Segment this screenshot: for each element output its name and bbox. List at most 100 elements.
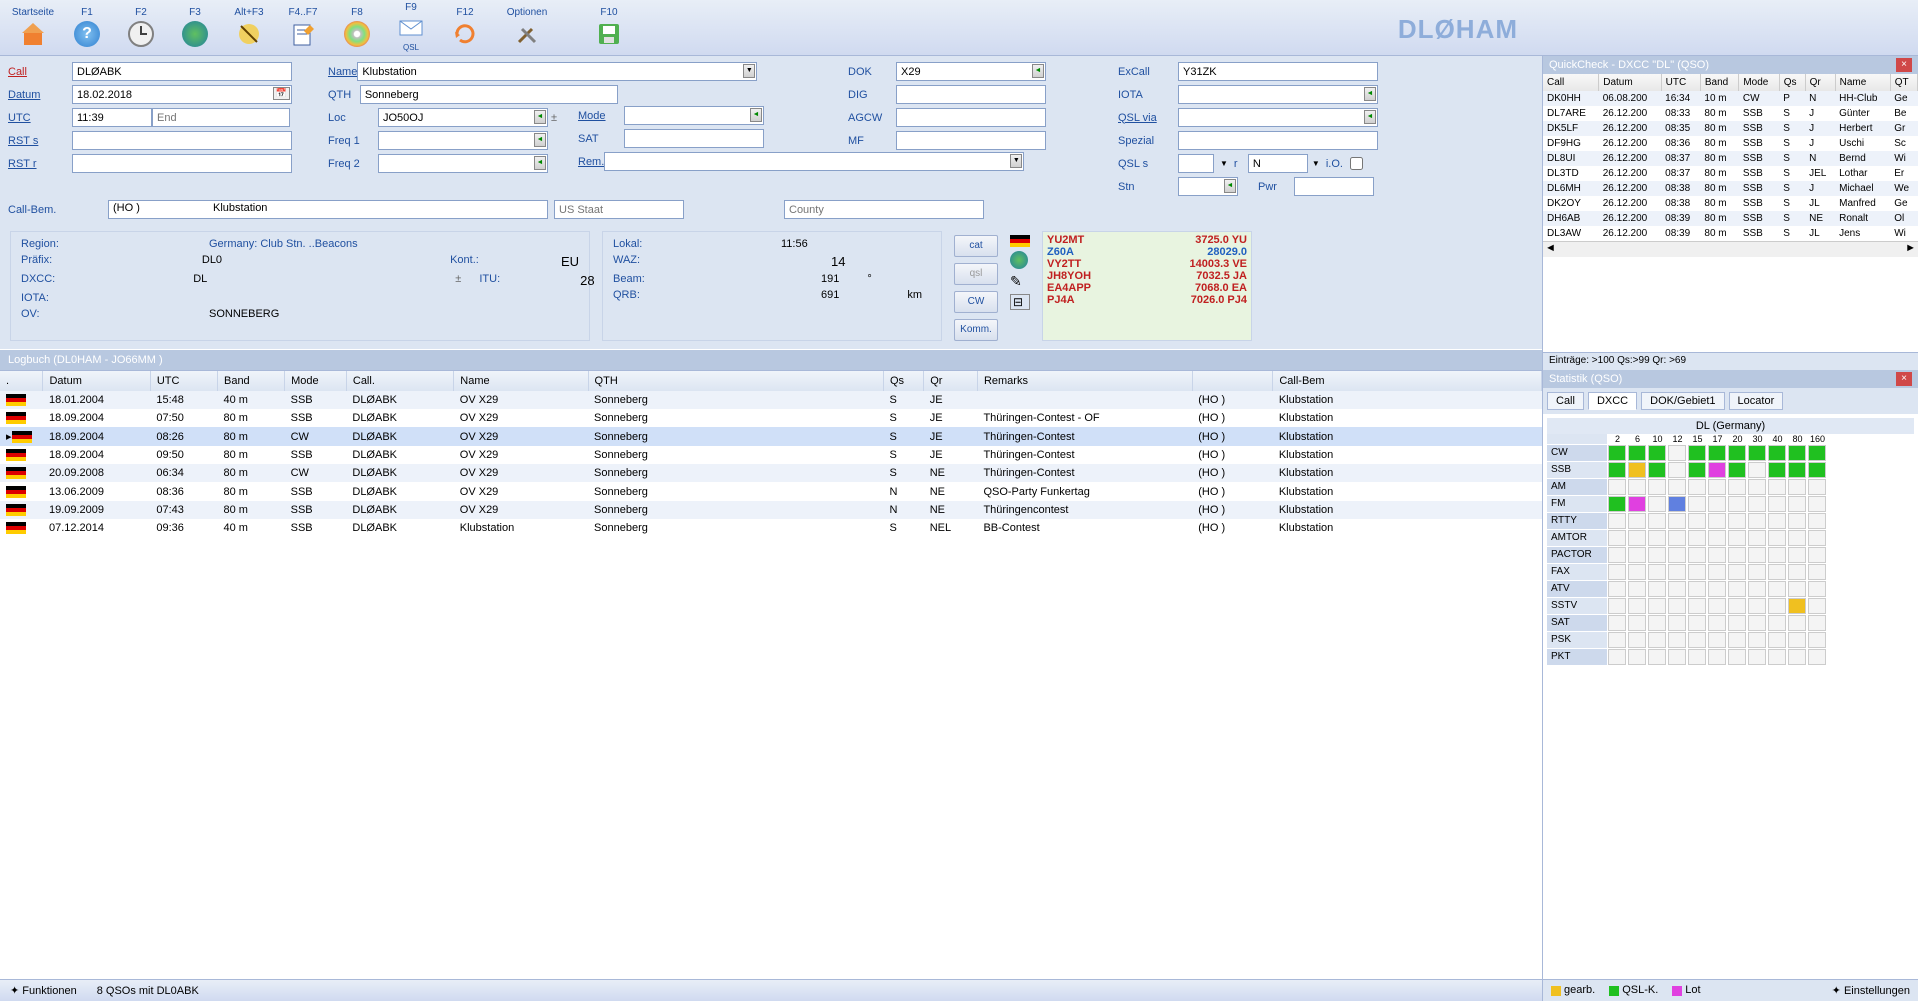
- stat-cell[interactable]: [1728, 462, 1746, 478]
- log-row[interactable]: 19.09.200907:4380 mSSBDLØABKOV X29Sonneb…: [0, 501, 1542, 519]
- tb-f8[interactable]: F8: [330, 2, 384, 54]
- stat-cell[interactable]: [1688, 564, 1706, 580]
- stat-cell[interactable]: [1728, 649, 1746, 665]
- stat-cell[interactable]: [1648, 598, 1666, 614]
- stat-cell[interactable]: [1748, 615, 1766, 631]
- tb-f10[interactable]: F10: [582, 2, 636, 54]
- stat-cell[interactable]: [1708, 598, 1726, 614]
- stat-cell[interactable]: [1768, 598, 1786, 614]
- stat-cell[interactable]: [1608, 513, 1626, 529]
- flag-icon[interactable]: [1010, 235, 1030, 247]
- utc-input[interactable]: [72, 108, 152, 127]
- stat-cell[interactable]: [1768, 547, 1786, 563]
- stat-cell[interactable]: [1748, 649, 1766, 665]
- end-input[interactable]: [152, 108, 290, 127]
- stat-cell[interactable]: [1788, 496, 1806, 512]
- stat-cell[interactable]: [1668, 615, 1686, 631]
- log-col-header[interactable]: Mode: [285, 371, 347, 391]
- stat-cell[interactable]: [1628, 615, 1646, 631]
- close-button[interactable]: ×: [1896, 372, 1912, 386]
- qc-col-header[interactable]: Qs: [1779, 74, 1805, 91]
- dropdown-icon[interactable]: ◄: [1364, 87, 1376, 101]
- qc-hscroll[interactable]: ◄►: [1543, 241, 1918, 257]
- stat-cell[interactable]: [1808, 479, 1826, 495]
- stat-cell[interactable]: [1728, 530, 1746, 546]
- stat-cell[interactable]: [1608, 479, 1626, 495]
- stat-cell[interactable]: [1788, 547, 1806, 563]
- stat-cell[interactable]: [1748, 445, 1766, 461]
- tb-f3[interactable]: F3: [168, 2, 222, 54]
- qc-row[interactable]: DK0HH06.08.20016:3410 mCWPNHH-ClubGe: [1543, 91, 1918, 106]
- loc-input[interactable]: [378, 108, 548, 127]
- stat-cell[interactable]: [1688, 445, 1706, 461]
- stat-cell[interactable]: [1708, 547, 1726, 563]
- qc-row[interactable]: DK2OY26.12.20008:3880 mSSBSJLManfredGe: [1543, 196, 1918, 211]
- qc-row[interactable]: DF9HG26.12.20008:3680 mSSBSJUschiSc: [1543, 136, 1918, 151]
- stat-cell[interactable]: [1688, 598, 1706, 614]
- stat-cell[interactable]: [1648, 462, 1666, 478]
- tab-locator[interactable]: Locator: [1729, 392, 1784, 410]
- rstr-input[interactable]: [72, 154, 292, 173]
- dropdown-icon[interactable]: ◄: [1224, 179, 1236, 193]
- cw-button[interactable]: CW: [954, 291, 998, 313]
- stat-cell[interactable]: [1788, 632, 1806, 648]
- stat-cell[interactable]: [1628, 513, 1646, 529]
- dig-input[interactable]: [896, 85, 1046, 104]
- stat-cell[interactable]: [1728, 564, 1746, 580]
- stat-cell[interactable]: [1708, 530, 1726, 546]
- stat-cell[interactable]: [1768, 615, 1786, 631]
- komm-button[interactable]: Komm.: [954, 319, 998, 341]
- stat-cell[interactable]: [1808, 632, 1826, 648]
- stat-cell[interactable]: [1808, 513, 1826, 529]
- stat-cell[interactable]: [1748, 547, 1766, 563]
- stat-cell[interactable]: [1748, 462, 1766, 478]
- stat-cell[interactable]: [1788, 615, 1806, 631]
- stat-cell[interactable]: [1728, 615, 1746, 631]
- log-row[interactable]: 13.06.200908:3680 mSSBDLØABKOV X29Sonneb…: [0, 482, 1542, 500]
- stat-cell[interactable]: [1788, 530, 1806, 546]
- stat-cell[interactable]: [1688, 615, 1706, 631]
- globe-icon[interactable]: [1010, 251, 1028, 269]
- qc-col-header[interactable]: Datum: [1599, 74, 1661, 91]
- log-col-header[interactable]: UTC: [150, 371, 217, 391]
- log-col-header[interactable]: Datum: [43, 371, 150, 391]
- qc-row[interactable]: DL8UI26.12.20008:3780 mSSBSNBerndWi: [1543, 151, 1918, 166]
- dropdown-icon[interactable]: ◄: [534, 156, 546, 170]
- stat-cell[interactable]: [1608, 615, 1626, 631]
- stat-cell[interactable]: [1748, 632, 1766, 648]
- stat-cell[interactable]: [1688, 530, 1706, 546]
- datum-input[interactable]: [72, 85, 292, 104]
- stat-cell[interactable]: [1628, 632, 1646, 648]
- qc-row[interactable]: DL3TD26.12.20008:3780 mSSBSJELLotharEr: [1543, 166, 1918, 181]
- county-input[interactable]: [784, 200, 984, 219]
- stat-cell[interactable]: [1668, 632, 1686, 648]
- qc-col-header[interactable]: Call: [1543, 74, 1599, 91]
- stat-cell[interactable]: [1688, 547, 1706, 563]
- qc-row[interactable]: DK5LF26.12.20008:3580 mSSBSJHerbertGr: [1543, 121, 1918, 136]
- stat-cell[interactable]: [1668, 513, 1686, 529]
- stat-cell[interactable]: [1608, 632, 1626, 648]
- stat-cell[interactable]: [1788, 564, 1806, 580]
- stat-cell[interactable]: [1648, 496, 1666, 512]
- stat-cell[interactable]: [1608, 445, 1626, 461]
- stat-cell[interactable]: [1768, 530, 1786, 546]
- log-col-header[interactable]: Name: [454, 371, 588, 391]
- stat-cell[interactable]: [1808, 598, 1826, 614]
- log-col-header[interactable]: Qs: [883, 371, 923, 391]
- spezial-input[interactable]: [1178, 131, 1378, 150]
- stat-cell[interactable]: [1788, 581, 1806, 597]
- stat-cell[interactable]: [1808, 547, 1826, 563]
- qc-row[interactable]: DL7ARE26.12.20008:3380 mSSBSJGünterBe: [1543, 106, 1918, 121]
- stat-cell[interactable]: [1628, 564, 1646, 580]
- stat-cell[interactable]: [1628, 649, 1646, 665]
- stat-cell[interactable]: [1728, 479, 1746, 495]
- stat-cell[interactable]: [1628, 598, 1646, 614]
- stat-cell[interactable]: [1608, 598, 1626, 614]
- stat-cell[interactable]: [1788, 513, 1806, 529]
- qsl-button[interactable]: qsl: [954, 263, 998, 285]
- qc-col-header[interactable]: Qr: [1805, 74, 1835, 91]
- stat-cell[interactable]: [1708, 615, 1726, 631]
- stat-cell[interactable]: [1648, 445, 1666, 461]
- stat-cell[interactable]: [1648, 530, 1666, 546]
- stat-cell[interactable]: [1768, 462, 1786, 478]
